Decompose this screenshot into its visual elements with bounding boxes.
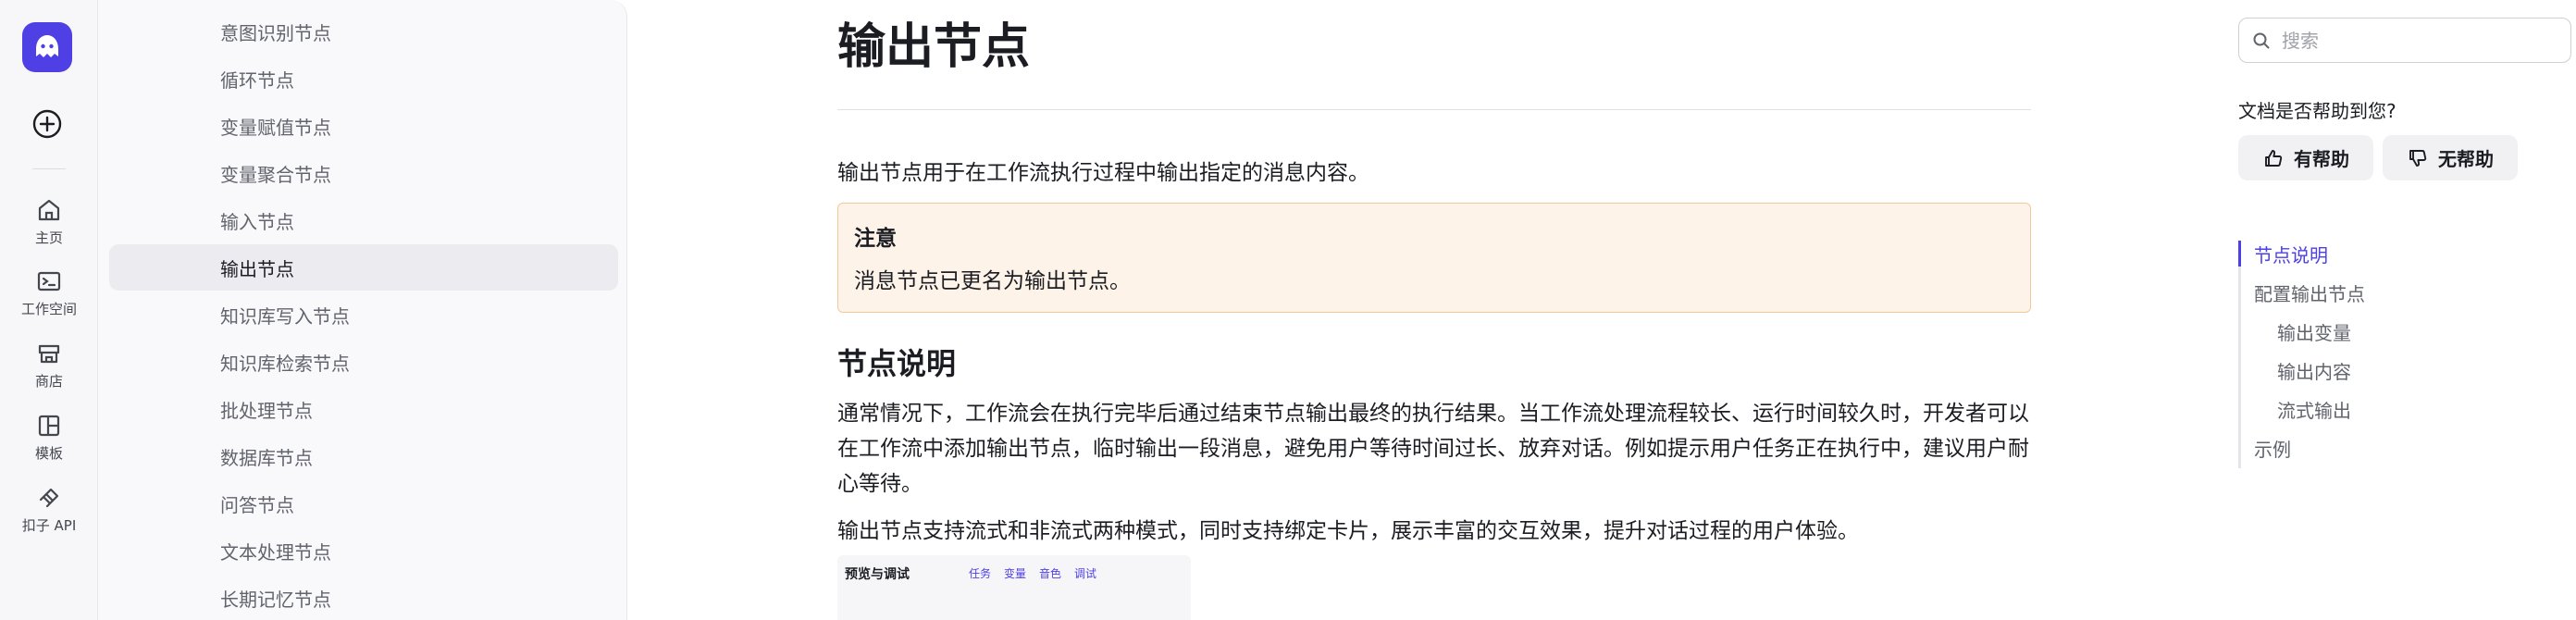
rail-label-api: 扣子 API: [21, 517, 77, 534]
sidebar-item-label: 意图识别节点: [220, 21, 331, 44]
intro-paragraph: 输出节点用于在工作流执行过程中输出指定的消息内容。: [837, 161, 1369, 185]
sidebar-item[interactable]: 变量赋值节点: [109, 103, 618, 149]
thumbs-down-icon: [2409, 149, 2427, 167]
body-paragraph-1: 通常情况下，工作流会在执行完毕后通过结束节点输出最终的执行结果。当工作流处理流程…: [837, 402, 2029, 496]
toc-rail: [2238, 241, 2241, 468]
sidebar-item[interactable]: 数据库节点: [109, 433, 618, 479]
preview-tool-debug: 调试: [1074, 567, 1097, 580]
home-icon: [38, 199, 60, 221]
preview-screenshot: 预览与调试 任务 变量 音色 调试: [837, 555, 1191, 620]
not-helpful-label: 无帮助: [2438, 148, 2494, 170]
sidebar-item[interactable]: 意图识别节点: [109, 8, 618, 55]
body-paragraph-2: 输出节点支持流式和非流式两种模式，同时支持绑定卡片，展示丰富的交互效果，提升对话…: [837, 519, 1859, 543]
app-rail: 主页 工作空间 商店 模板 扣子 API: [0, 0, 98, 620]
not-helpful-button[interactable]: 无帮助: [2383, 135, 2518, 180]
preview-toolbar: 任务 变量 音色 调试: [969, 565, 1096, 581]
toc-item[interactable]: 配置输出节点: [2254, 279, 2365, 306]
sidebar-item-label: 知识库检索节点: [220, 352, 350, 375]
sidebar-item[interactable]: 输入节点: [109, 197, 618, 243]
rail-item-home[interactable]: 主页: [0, 196, 98, 247]
sidebar-item[interactable]: 知识库写入节点: [109, 291, 618, 338]
search-icon: [2253, 32, 2270, 48]
sidebar-item-label: 循环节点: [220, 68, 294, 92]
sidebar-item-label: 长期记忆节点: [220, 588, 331, 611]
toc-subitem[interactable]: 流式输出: [2277, 396, 2351, 423]
sidebar-item[interactable]: 批处理节点: [109, 386, 618, 432]
preview-tool-task: 任务: [969, 567, 992, 580]
rail-label-workspace: 工作空间: [20, 301, 77, 317]
rail-label-store: 商店: [34, 373, 63, 390]
sidebar-item-label: 输入节点: [220, 210, 294, 233]
rail-label-home: 主页: [34, 229, 63, 246]
template-icon: [38, 415, 60, 437]
search-input[interactable]: [2280, 28, 2539, 53]
rail-item-store[interactable]: 商店: [0, 340, 98, 391]
workspace-icon: [37, 271, 61, 291]
sidebar-item[interactable]: 长期记忆节点: [109, 575, 618, 620]
sidebar-item[interactable]: 知识库检索节点: [109, 339, 618, 385]
note-text: 消息节点已更名为输出节点。: [854, 269, 1131, 293]
doc-sidebar: 意图识别节点 循环节点 变量赋值节点 变量聚合节点 输入节点 输出节点 知识库写…: [98, 0, 627, 620]
note-title: 注意: [854, 227, 897, 251]
sidebar-item-label: 知识库写入节点: [220, 304, 350, 328]
feedback-question: 文档是否帮助到您?: [2238, 100, 2396, 122]
coze-logo[interactable]: [22, 22, 72, 72]
note-callout: 注意 消息节点已更名为输出节点。: [837, 203, 2031, 313]
api-icon: [39, 488, 59, 508]
thumbs-up-icon: [2265, 149, 2283, 167]
section-heading: 节点说明: [837, 346, 957, 381]
preview-tool-voice: 音色: [1039, 567, 1062, 580]
toc-subitem[interactable]: 输出内容: [2277, 357, 2351, 384]
sidebar-item[interactable]: 文本处理节点: [109, 527, 618, 574]
sidebar-item-label: 问答节点: [220, 493, 294, 516]
sidebar-item-label: 输出节点: [220, 257, 294, 280]
toc-subitem[interactable]: 输出变量: [2277, 318, 2351, 345]
preview-tool-variable: 变量: [1004, 567, 1027, 580]
preview-title: 预览与调试: [845, 567, 910, 582]
store-icon: [38, 344, 60, 364]
sidebar-item-label: 数据库节点: [220, 446, 313, 469]
toc-active-marker: [2238, 241, 2241, 267]
toc-item-active[interactable]: 节点说明: [2254, 241, 2328, 267]
rail-item-api[interactable]: 扣子 API: [0, 484, 98, 535]
sidebar-item[interactable]: 变量聚合节点: [109, 150, 618, 196]
rail-label-template: 模板: [34, 445, 63, 462]
helpful-label: 有帮助: [2294, 148, 2349, 170]
rail-divider: [32, 168, 66, 169]
sidebar-item[interactable]: 问答节点: [109, 480, 618, 527]
logo-icon: [36, 35, 58, 57]
sidebar-item-active[interactable]: 输出节点: [109, 244, 618, 291]
sidebar-item-label: 变量聚合节点: [220, 163, 331, 186]
search-box[interactable]: [2238, 18, 2571, 63]
page-title: 输出节点: [837, 19, 1031, 75]
sidebar-item-label: 文本处理节点: [220, 540, 331, 564]
sidebar-item-label: 变量赋值节点: [220, 116, 331, 139]
sidebar-item-label: 批处理节点: [220, 399, 313, 422]
title-divider: [837, 109, 2031, 110]
toc-item[interactable]: 示例: [2254, 435, 2291, 462]
helpful-button[interactable]: 有帮助: [2238, 135, 2373, 180]
rail-item-workspace[interactable]: 工作空间: [0, 267, 98, 318]
rail-item-template[interactable]: 模板: [0, 412, 98, 463]
sidebar-item[interactable]: 循环节点: [109, 56, 618, 102]
create-plus-icon[interactable]: [31, 108, 63, 140]
